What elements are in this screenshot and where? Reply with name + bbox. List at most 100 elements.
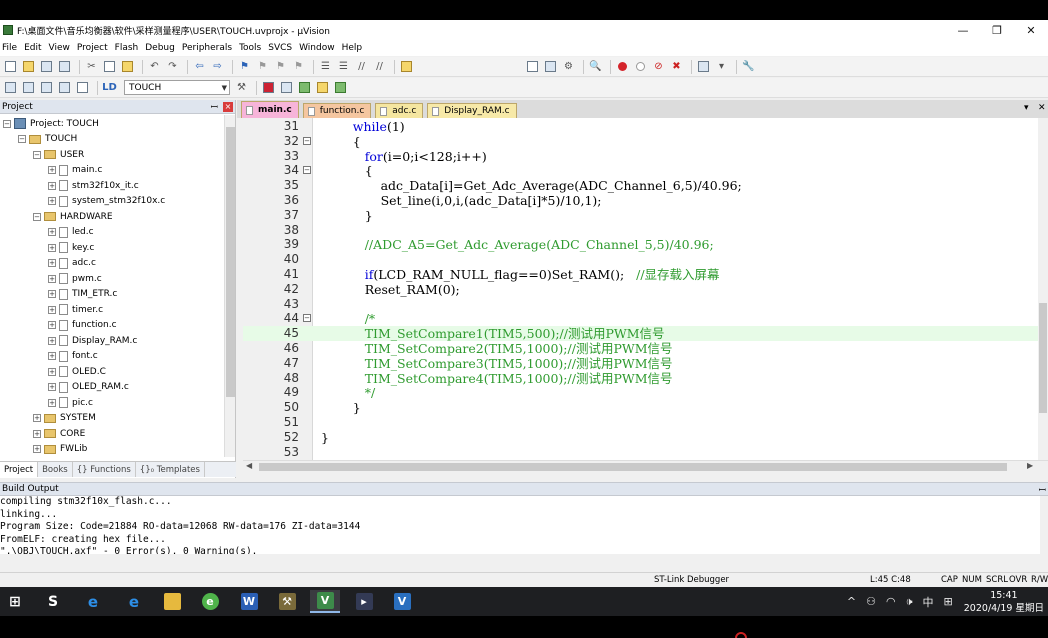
tree-item[interactable]: + FWLib <box>33 442 87 457</box>
taskbar-app-vscode[interactable]: V <box>387 590 417 613</box>
tabs-menu-icon[interactable]: ▾ <box>1024 103 1029 113</box>
scrollbar-thumb[interactable] <box>259 463 1007 471</box>
tree-item[interactable]: + font.c <box>48 349 98 364</box>
expand-icon[interactable]: + <box>48 197 56 205</box>
tree-item[interactable]: + Display_RAM.c <box>48 333 137 348</box>
scrollbar-thumb[interactable] <box>226 127 235 397</box>
maximize-button[interactable]: ❐ <box>980 20 1014 40</box>
enable-breakpoint-icon[interactable] <box>633 60 648 74</box>
expand-icon[interactable]: + <box>33 414 41 422</box>
code-line[interactable]: 36 Set_line(i,0,i,(adc_Data[i]*5)/10,1); <box>243 193 1038 208</box>
code-line[interactable]: 35 adc_Data[i]=Get_Adc_Average(ADC_Chann… <box>243 178 1038 193</box>
code-line[interactable]: 31 while(1) <box>243 119 1038 134</box>
user-icon[interactable]: ⚇ <box>866 595 876 608</box>
redo-icon[interactable]: ↷ <box>165 60 180 74</box>
editor-horizontal-scrollbar[interactable]: ◀ ▶ <box>243 460 1048 472</box>
code-line[interactable]: 33 for(i=0;i<128;i++) <box>243 149 1038 164</box>
menu-svcs[interactable]: SVCS <box>266 43 297 53</box>
tree-item[interactable]: + OLED_RAM.c <box>48 380 129 395</box>
code-line[interactable]: 39 //ADC_A5=Get_Adc_Average(ADC_Channel_… <box>243 237 1038 252</box>
tree-item[interactable]: + pic.c <box>48 395 93 410</box>
build-icon[interactable] <box>21 81 36 95</box>
batch-build-icon[interactable] <box>57 81 72 95</box>
code-line[interactable]: 32− { <box>243 134 1038 149</box>
copy-icon[interactable] <box>102 60 117 74</box>
incremental-find-icon[interactable] <box>543 60 558 74</box>
next-bookmark-icon[interactable]: ⚑ <box>273 60 288 74</box>
panel-tab[interactable]: Books <box>38 462 73 477</box>
unindent-icon[interactable]: ☰ <box>336 60 351 74</box>
menu-flash[interactable]: Flash <box>113 43 144 53</box>
prev-bookmark-icon[interactable]: ⚑ <box>255 60 270 74</box>
disable-breakpoints-icon[interactable]: ⊘ <box>651 60 666 74</box>
insert-breakpoint-icon[interactable] <box>615 60 630 74</box>
panel-tab[interactable]: {}₀ Templates <box>136 462 205 477</box>
build-output-log[interactable]: compiling stm32f10x_flash.c... linking...… <box>0 496 1040 554</box>
expand-icon[interactable]: + <box>48 321 56 329</box>
file-extensions-icon[interactable] <box>261 81 276 95</box>
find-in-files-icon[interactable] <box>399 60 414 74</box>
taskbar-app-word[interactable]: W <box>234 590 264 613</box>
select-packs-icon[interactable] <box>297 81 312 95</box>
close-tab-icon[interactable]: ✕ <box>1038 103 1046 113</box>
pin-icon[interactable]: ꟷ <box>211 100 218 113</box>
expand-icon[interactable]: + <box>48 367 56 376</box>
editor-tab[interactable]: Display_RAM.c <box>427 103 517 118</box>
taskbar-app-ie[interactable]: e <box>78 590 108 613</box>
close-panel-icon[interactable]: × <box>223 101 233 112</box>
stop-build-icon[interactable] <box>75 81 90 95</box>
code-line[interactable]: 38 <box>243 223 1038 238</box>
translate-icon[interactable] <box>3 81 18 95</box>
scroll-left-icon[interactable]: ◀ <box>246 461 252 470</box>
volume-icon[interactable]: 🕩 <box>906 595 913 609</box>
expand-icon[interactable]: + <box>48 274 56 283</box>
expand-icon[interactable]: + <box>48 259 56 267</box>
panel-tab[interactable]: {} Functions <box>73 462 136 477</box>
code-line[interactable]: 41 if(LCD_RAM_NULL_flag==0)Set_RAM(); //… <box>243 267 1038 282</box>
indent-icon[interactable]: ☰ <box>318 60 333 74</box>
collapse-icon[interactable]: − <box>33 150 41 159</box>
code-editor[interactable]: 31 while(1) 32− {33 for(i=0;i<128;i++) 34−… <box>243 118 1038 460</box>
panel-tab[interactable]: Project <box>0 462 39 477</box>
taskbar-app-terminal[interactable]: ▸ <box>349 590 379 613</box>
build-output-scrollbar[interactable] <box>1040 496 1048 554</box>
code-line[interactable]: 50 } <box>243 400 1038 415</box>
save-icon[interactable] <box>39 60 54 74</box>
taskbar-app-keil[interactable]: ⚒ <box>272 590 302 613</box>
open-folder-icon[interactable] <box>21 60 36 74</box>
expand-icon[interactable]: + <box>48 398 56 407</box>
editor-tab[interactable]: main.c <box>241 101 299 118</box>
menu-project[interactable]: Project <box>75 43 113 53</box>
tree-item[interactable]: − Project: TOUCH <box>3 116 99 131</box>
close-button[interactable]: ✕ <box>1014 20 1048 40</box>
minimize-button[interactable]: — <box>946 20 980 40</box>
tree-item[interactable]: + adc.c <box>48 256 96 271</box>
expand-icon[interactable]: + <box>48 290 56 298</box>
save-all-icon[interactable] <box>57 60 72 74</box>
download-icon[interactable]: LD <box>102 81 117 95</box>
fold-collapse-icon[interactable]: − <box>303 136 311 145</box>
tray-overflow-icon[interactable]: ^ <box>847 595 856 608</box>
bookmark-icon[interactable]: ⚑ <box>237 60 252 74</box>
tools-icon[interactable]: 🔧 <box>741 60 756 74</box>
editor-tab[interactable]: function.c <box>302 103 372 118</box>
configure-icon[interactable]: ⚙ <box>561 60 576 74</box>
tree-item[interactable]: − USER <box>33 147 84 162</box>
target-select[interactable]: TOUCH ▼ <box>124 80 230 95</box>
scroll-right-icon[interactable]: ▶ <box>1027 461 1033 470</box>
collapse-icon[interactable]: − <box>3 119 11 128</box>
comment-icon[interactable]: // <box>354 60 369 74</box>
taskbar-app-edge[interactable]: e <box>119 590 149 613</box>
paste-icon[interactable] <box>120 60 135 74</box>
code-line[interactable]: 45 TIM_SetCompare1(TIM5,500);//测试用PWM信号 <box>243 326 1038 342</box>
debug-session-icon[interactable]: 🔍 <box>588 60 603 74</box>
expand-icon[interactable]: + <box>33 445 41 453</box>
expand-icon[interactable]: + <box>48 228 56 236</box>
tree-item[interactable]: + OLED.C <box>48 364 106 379</box>
code-line[interactable]: 53 <box>243 445 1038 460</box>
expand-icon[interactable]: + <box>48 166 56 174</box>
menu-tools[interactable]: Tools <box>237 43 266 53</box>
tree-item[interactable]: + pwm.c <box>48 271 102 286</box>
collapse-icon[interactable]: − <box>18 135 26 143</box>
code-line[interactable]: 43 <box>243 297 1038 312</box>
